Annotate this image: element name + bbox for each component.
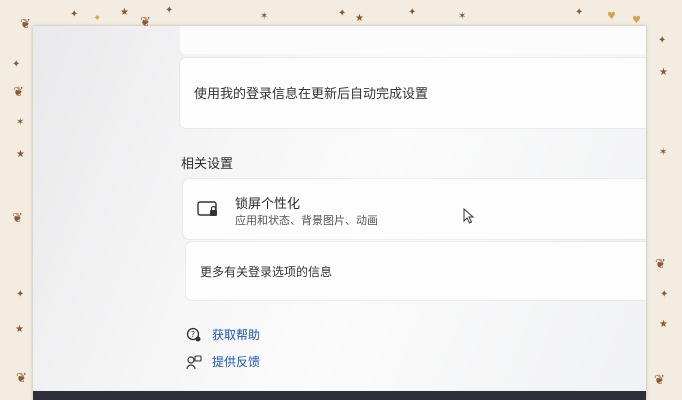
star-icon: ★ <box>15 324 24 335</box>
star-icon: ✶ <box>260 11 269 22</box>
taskbar <box>33 391 646 400</box>
autocomplete-setting-card[interactable]: 使用我的登录信息在更新后自动完成设置 <box>180 58 646 128</box>
heart-icon: ♥ <box>632 15 641 26</box>
star-icon: ✶ <box>16 117 25 128</box>
star-icon: ★ <box>16 149 25 160</box>
star-icon: ✦ <box>660 289 669 300</box>
lock-screen-subtitle: 应用和状态、背景图片、动画 <box>235 214 378 227</box>
leaf-icon: ❦ <box>16 371 27 386</box>
star-icon: ✶ <box>458 11 467 22</box>
leaf-icon: ❦ <box>20 17 31 32</box>
star-icon: ✦ <box>93 13 102 24</box>
mouse-cursor-icon <box>463 208 475 224</box>
star-icon: ✦ <box>658 35 667 46</box>
leaf-icon: ❦ <box>12 211 23 226</box>
settings-screen: 使用我的登录信息在更新后自动完成设置 相关设置 锁屏个性化 应用和状态、背景图片… <box>33 26 646 400</box>
star-icon: ★ <box>355 13 364 24</box>
star-icon: ★ <box>659 319 668 330</box>
help-icon: ? <box>186 327 201 341</box>
heart-icon: ♥ <box>607 11 616 22</box>
more-sign-in-info-card[interactable]: 更多有关登录选项的信息 <box>186 242 646 300</box>
star-icon: ✦ <box>12 59 21 70</box>
star-icon: ✦ <box>165 5 174 16</box>
get-help-label: 获取帮助 <box>212 328 261 342</box>
lock-screen-personalization-card[interactable]: 锁屏个性化 应用和状态、背景图片、动画 <box>183 179 646 239</box>
svg-text:?: ? <box>191 330 195 339</box>
star-icon: ✦ <box>575 7 584 18</box>
get-help-link[interactable]: ? 获取帮助 <box>186 326 260 343</box>
more-sign-in-info-label: 更多有关登录选项的信息 <box>200 265 333 279</box>
lock-screen-icon <box>197 201 217 216</box>
feedback-icon <box>186 354 202 369</box>
lock-screen-title: 锁屏个性化 <box>235 197 301 212</box>
give-feedback-link[interactable]: 提供反馈 <box>186 353 260 370</box>
give-feedback-label: 提供反馈 <box>212 355 261 369</box>
related-settings-heading: 相关设置 <box>181 157 234 172</box>
leaf-icon: ❦ <box>13 85 24 100</box>
autocomplete-label: 使用我的登录信息在更新后自动完成设置 <box>194 87 429 102</box>
previous-setting-card <box>180 26 646 54</box>
leaf-icon: ❦ <box>655 257 666 272</box>
leaf-icon: ❦ <box>654 373 665 388</box>
star-icon: ★ <box>659 67 668 78</box>
star-icon: ✦ <box>408 7 417 18</box>
star-icon: ✦ <box>70 9 79 20</box>
star-icon: ✦ <box>338 8 347 19</box>
star-icon: ★ <box>120 7 129 18</box>
star-icon: ✦ <box>16 289 25 300</box>
star-icon: ✶ <box>659 147 668 158</box>
